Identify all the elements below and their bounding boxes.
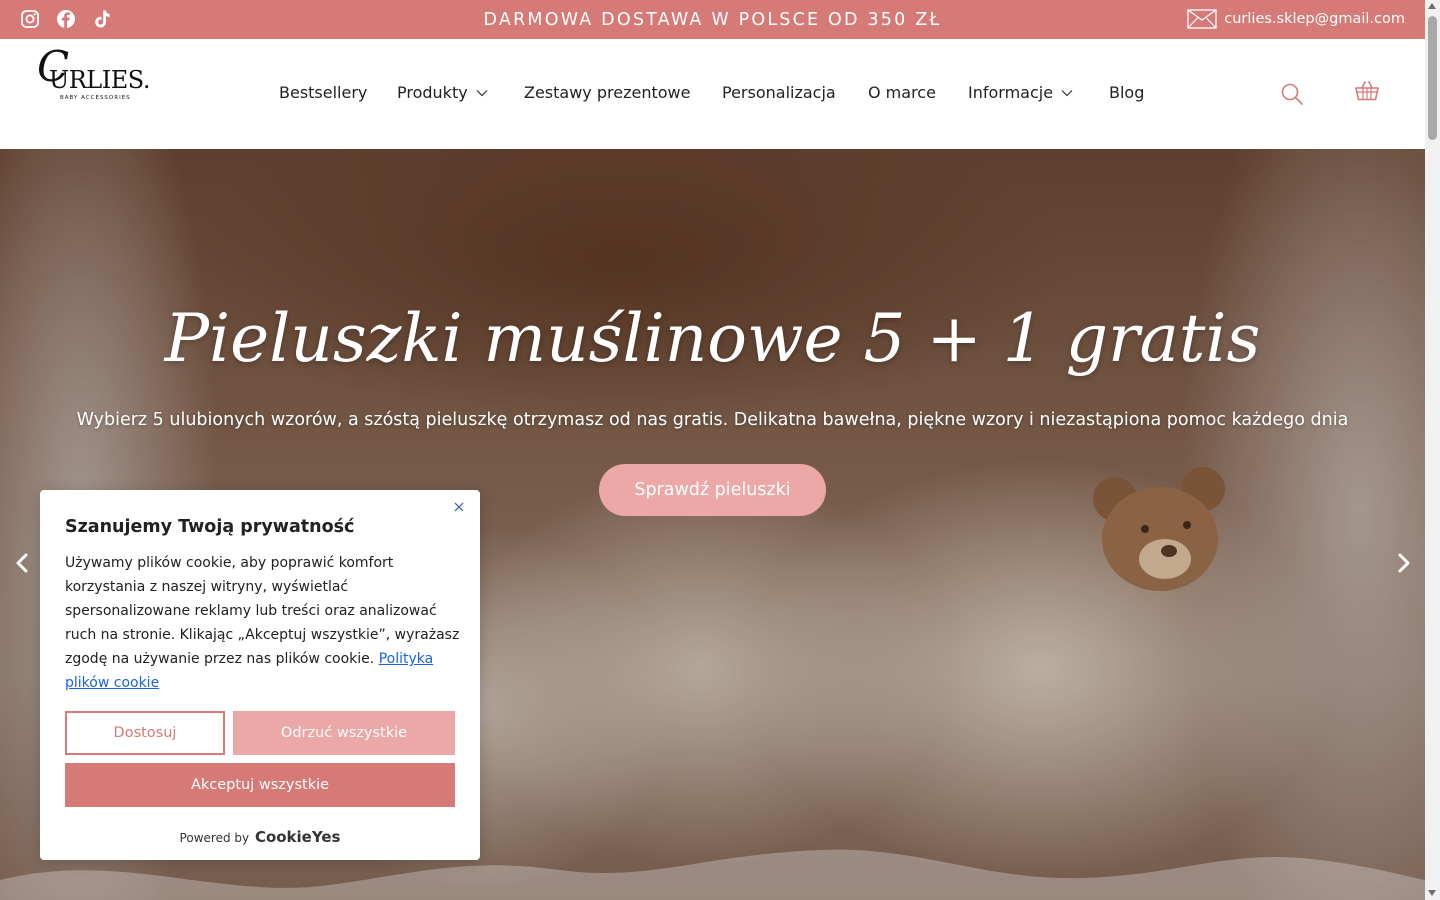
nav-bestsellery[interactable]: Bestsellery: [279, 83, 367, 103]
hero-title: Pieluszki muślinowe 5 + 1 gratis: [164, 300, 1261, 377]
nav-personalizacja[interactable]: Personalizacja: [722, 83, 836, 103]
scroll-down-arrow-icon[interactable]: [1428, 890, 1436, 896]
chevron-down-icon: [1061, 90, 1073, 97]
nav-label: Bestsellery: [279, 83, 368, 102]
nav-o-marce[interactable]: O marce: [868, 83, 936, 103]
search-icon[interactable]: [1280, 82, 1304, 106]
cookie-consent-dialog: Szanujemy Twoją prywatność Używamy plikó…: [40, 490, 480, 860]
page-scrollbar[interactable]: [1425, 0, 1440, 900]
check-diapers-button[interactable]: Sprawdź pieluszki: [599, 464, 826, 516]
nav-zestawy-prezentowe[interactable]: Zestawy prezentowe: [524, 83, 690, 103]
nav-informacje[interactable]: Informacje: [968, 83, 1073, 103]
teddy-bear-print: [1093, 467, 1225, 591]
accept-all-button[interactable]: Akceptuj wszystkie: [65, 763, 455, 807]
mail-icon: [1187, 9, 1217, 29]
slider-prev-arrow-icon[interactable]: [13, 549, 33, 577]
logo-tagline: BABY ACCESSORIES: [60, 95, 131, 101]
reject-all-button[interactable]: Odrzuć wszystkie: [233, 711, 455, 755]
nav-blog[interactable]: Blog: [1109, 83, 1144, 103]
contact-email: curlies.sklep@gmail.com: [1224, 11, 1405, 27]
announcement-bar: DARMOWA DOSTAWA W POLSCE OD 350 ZŁ curli…: [0, 0, 1425, 39]
close-icon[interactable]: [452, 500, 466, 514]
powered-by-cookieyes: Powered by CookieYes: [40, 828, 480, 846]
site-header: C URLIES. BABY ACCESSORIES Bestsellery P…: [0, 39, 1425, 149]
curlies-logo[interactable]: C URLIES. BABY ACCESSORIES: [37, 46, 153, 104]
customize-button[interactable]: Dostosuj: [65, 711, 225, 755]
scroll-up-arrow-icon[interactable]: [1428, 3, 1436, 9]
nav-label: Personalizacja: [722, 83, 836, 102]
contact-email-link[interactable]: curlies.sklep@gmail.com: [1187, 9, 1405, 29]
hero-subtitle: Wybierz 5 ulubionych wzorów, a szóstą pi…: [76, 410, 1349, 430]
scrollbar-thumb[interactable]: [1428, 16, 1437, 140]
nav-label: Produkty: [397, 83, 468, 102]
powered-by-label: Powered by: [179, 831, 250, 845]
nav-label: Zestawy prezentowe: [524, 83, 691, 102]
nav-label: Informacje: [968, 83, 1054, 102]
logo-wordmark: URLIES.: [49, 66, 150, 94]
slider-next-arrow-icon[interactable]: [1393, 549, 1413, 577]
cookie-dialog-title: Szanujemy Twoją prywatność: [65, 517, 355, 537]
basket-icon[interactable]: [1354, 79, 1380, 103]
cookieyes-logo[interactable]: CookieYes: [255, 828, 341, 846]
nav-produkty[interactable]: Produkty: [397, 83, 488, 103]
chevron-down-icon: [476, 90, 488, 97]
nav-label: Blog: [1109, 83, 1145, 102]
cookie-dialog-text: Używamy plików cookie, aby poprawić komf…: [65, 551, 460, 695]
nav-label: O marce: [868, 83, 936, 102]
